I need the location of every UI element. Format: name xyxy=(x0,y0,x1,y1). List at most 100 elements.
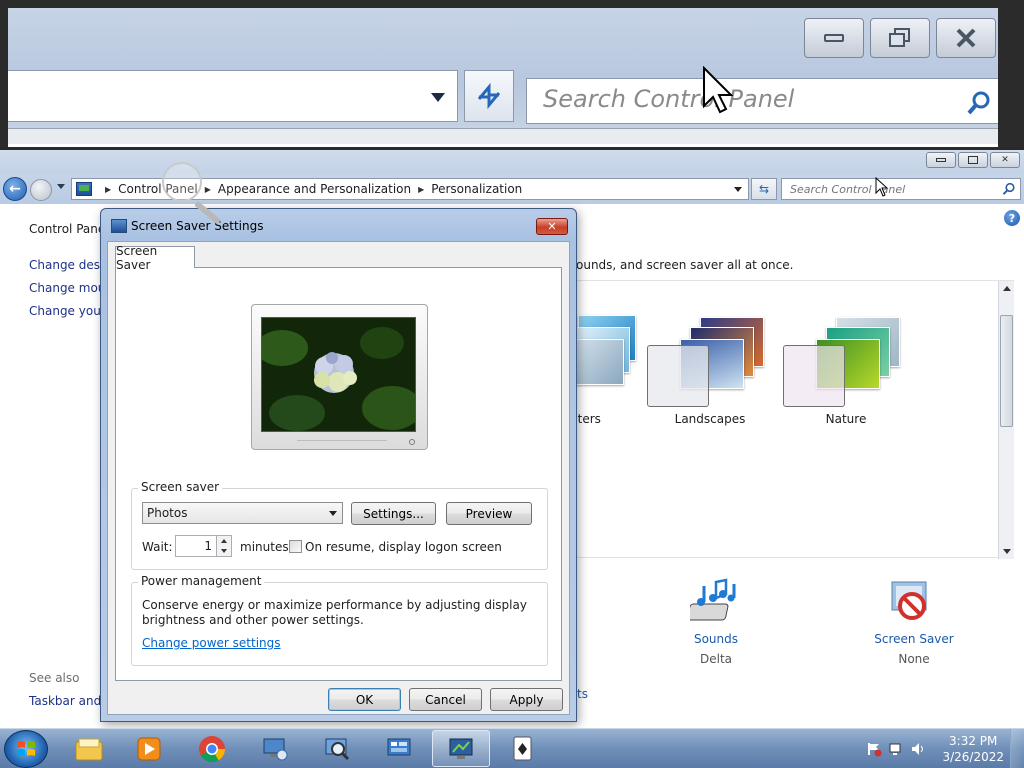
scrollbar-thumb[interactable] xyxy=(1000,315,1013,427)
sounds-scheme-name: Delta xyxy=(699,652,732,666)
power-description-line1: Conserve energy or maximize performance … xyxy=(142,598,527,612)
recent-pages-button[interactable] xyxy=(57,184,65,189)
preview-button[interactable]: Preview xyxy=(446,502,532,525)
windows-logo-icon xyxy=(17,741,35,756)
chevron-right-icon[interactable]: ▶ xyxy=(418,185,424,194)
themes-scrollbar[interactable] xyxy=(998,281,1014,559)
chevron-right-icon[interactable]: ▶ xyxy=(205,185,211,194)
show-desktop-button[interactable] xyxy=(1010,729,1024,768)
network-icon[interactable] xyxy=(888,741,904,757)
media-player-icon xyxy=(137,737,161,760)
screen-saver-selected-value: Photos xyxy=(147,506,188,520)
wait-spinner[interactable] xyxy=(216,535,232,557)
chevron-down-icon xyxy=(329,511,337,516)
screen-saver-preview xyxy=(261,317,416,432)
dialog-close-button[interactable]: ✕ xyxy=(536,218,568,235)
resume-logon-label[interactable]: On resume, display logon screen xyxy=(305,540,502,554)
dialog-title: Screen Saver Settings xyxy=(131,219,264,233)
cancel-button[interactable]: Cancel xyxy=(409,688,482,711)
settings-button[interactable]: Settings... xyxy=(351,502,436,525)
navigation-bar: ← ▶ Control Panel ▶ Appearance and Perso… xyxy=(0,174,1024,204)
screen-saver-select[interactable]: Photos xyxy=(142,502,343,524)
screen-saver-current: None xyxy=(898,652,930,666)
start-button[interactable] xyxy=(4,730,48,768)
chevron-right-icon[interactable]: ▶ xyxy=(105,185,111,194)
system-tray: 3:32 PM 3/26/2022 xyxy=(854,729,1024,768)
arrow-left-icon: ← xyxy=(9,181,21,197)
wait-minutes-input[interactable]: 1 xyxy=(175,535,217,557)
playing-cards-icon xyxy=(513,736,532,760)
control-panel-icon xyxy=(387,738,411,755)
theme-label: Nature xyxy=(825,412,867,426)
minimize-button[interactable] xyxy=(926,152,956,168)
taskbar-chrome[interactable] xyxy=(183,730,241,767)
taskbar-explorer[interactable] xyxy=(60,730,118,767)
close-icon: ✕ xyxy=(1001,155,1009,165)
window-caption-buttons: ✕ xyxy=(926,152,1020,168)
taskbar-media-player[interactable] xyxy=(120,730,178,767)
power-led-icon xyxy=(409,439,415,445)
volume-icon[interactable] xyxy=(910,741,926,757)
taskbar-search-app[interactable] xyxy=(308,730,366,767)
hydrangea-photo xyxy=(262,318,415,431)
theme-preview-frame xyxy=(783,345,845,407)
magnifier-view: Search Control Panel xyxy=(0,0,1024,150)
breadcrumb-appearance[interactable]: Appearance and Personalization xyxy=(218,182,411,196)
taskbar-solitaire[interactable] xyxy=(494,730,552,767)
ok-button[interactable]: OK xyxy=(328,688,401,711)
screen-saver-icon xyxy=(891,581,927,620)
maximize-button[interactable] xyxy=(958,152,988,168)
screen-saver-icon-container[interactable] xyxy=(888,578,938,628)
scroll-up-icon[interactable] xyxy=(1003,286,1011,291)
close-button[interactable]: ✕ xyxy=(990,152,1020,168)
magnifier-frame xyxy=(0,0,1024,147)
wait-label: Wait: xyxy=(142,540,173,554)
resume-logon-checkbox[interactable] xyxy=(289,540,302,553)
theme-label: Landscapes xyxy=(674,412,746,426)
action-center-icon[interactable] xyxy=(866,741,882,757)
back-button[interactable]: ← xyxy=(3,177,27,201)
forward-button[interactable] xyxy=(30,179,52,201)
search-box[interactable] xyxy=(781,178,1021,200)
screen-saver-icon xyxy=(111,219,127,233)
help-icon[interactable]: ? xyxy=(1004,210,1020,226)
theme-nature[interactable]: Nature xyxy=(776,281,916,431)
screen-saver-link[interactable]: Screen Saver xyxy=(854,632,974,646)
taskbar-personalization[interactable] xyxy=(432,730,490,767)
spin-up-icon[interactable] xyxy=(217,536,231,546)
spin-down-icon[interactable] xyxy=(217,546,231,556)
search-icon[interactable] xyxy=(1002,182,1016,196)
breadcrumb-personalization[interactable]: Personalization xyxy=(431,182,522,196)
theme-preview-frame xyxy=(647,345,709,407)
minutes-label: minutes xyxy=(240,540,289,554)
restore-icon xyxy=(968,156,978,164)
tab-screen-saver[interactable]: Screen Saver xyxy=(115,244,195,272)
partial-link[interactable]: ts xyxy=(577,687,588,701)
mouse-cursor-icon xyxy=(875,177,889,197)
refresh-button[interactable]: ⇆ xyxy=(751,178,777,200)
screen-saver-settings-dialog: Screen Saver Settings ✕ Screen Saver Scr… xyxy=(100,208,577,722)
preview-monitor xyxy=(251,304,428,450)
left-pane: Control Panel Home Change desktop icons … xyxy=(0,204,203,728)
scroll-down-icon[interactable] xyxy=(1003,549,1011,554)
taskbar-network-app[interactable] xyxy=(246,730,304,767)
screen-saver-group-label: Screen saver xyxy=(138,480,223,494)
screen-saver-tab-page: Screen saver Photos Settings... Preview … xyxy=(115,267,562,681)
themes-list: cters Landscapes Nature xyxy=(566,280,1014,559)
clock-date: 3/26/2022 xyxy=(942,750,1004,764)
sounds-link[interactable]: Sounds xyxy=(656,632,776,646)
apply-button[interactable]: Apply xyxy=(490,688,563,711)
monitor-stand xyxy=(297,440,387,444)
close-icon: ✕ xyxy=(547,220,557,233)
clock[interactable]: 3:32 PM 3/26/2022 xyxy=(942,733,1004,765)
music-notes-icon xyxy=(687,578,736,621)
address-dropdown-icon[interactable] xyxy=(734,187,742,192)
computer-network-icon xyxy=(263,738,288,760)
sounds-icon[interactable] xyxy=(687,578,742,626)
taskbar-control-panel[interactable] xyxy=(370,730,428,767)
power-description-line2: brightness and other power settings. xyxy=(142,613,364,627)
clock-time: 3:32 PM xyxy=(949,734,998,748)
change-power-settings-link[interactable]: Change power settings xyxy=(142,636,281,650)
folder-icon xyxy=(75,738,103,760)
theme-landscapes[interactable]: Landscapes xyxy=(640,281,780,431)
